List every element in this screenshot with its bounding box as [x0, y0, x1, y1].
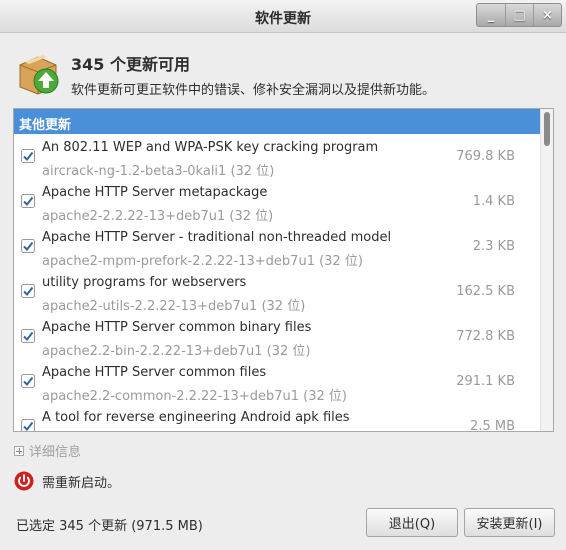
package-summary: An 802.11 WEP and WPA-PSK key cracking p…: [42, 140, 379, 155]
package-size: 1.4 KB: [472, 194, 515, 209]
list-item[interactable]: utility programs for webservers apache2-u…: [14, 269, 541, 314]
checkbox-checked-icon[interactable]: [21, 419, 35, 432]
checkbox-checked-icon[interactable]: [21, 149, 35, 163]
package-summary: utility programs for webservers: [42, 275, 247, 290]
list-item[interactable]: An 802.11 WEP and WPA-PSK key cracking p…: [14, 134, 541, 179]
package-size: 769.8 KB: [456, 149, 515, 164]
list-scrollbar[interactable]: [540, 109, 553, 431]
checkbox-checked-icon[interactable]: [21, 239, 35, 253]
package-summary: Apache HTTP Server - traditional non-thr…: [42, 230, 392, 245]
restart-notice: 需重新启动。: [14, 471, 120, 491]
list-item[interactable]: Apache HTTP Server common binary files ap…: [14, 314, 541, 359]
package-summary: A tool for reverse engineering Android a…: [42, 410, 350, 425]
package-summary: Apache HTTP Server common files: [42, 365, 267, 380]
package-size: 2.5 MB: [470, 419, 515, 432]
package-version: aircrack-ng-1.2-beta3-0kali1 (32 位): [42, 164, 275, 179]
package-version: apache2.2-common-2.2.22-13+deb7u1 (32 位): [42, 389, 347, 404]
checkbox-checked-icon[interactable]: [21, 374, 35, 388]
expand-icon[interactable]: [14, 445, 24, 456]
group-header-other-updates[interactable]: 其他更新: [14, 109, 541, 134]
close-button[interactable]: ×: [533, 4, 561, 26]
package-size: 291.1 KB: [456, 374, 515, 389]
list-item[interactable]: A tool for reverse engineering Android a…: [14, 404, 541, 432]
package-summary: Apache HTTP Server common binary files: [42, 320, 312, 335]
package-version: apache2.2-bin-2.2.22-13+deb7u1 (32 位): [42, 344, 311, 359]
details-label[interactable]: 详细信息: [29, 441, 81, 460]
maximize-button[interactable]: □: [505, 4, 533, 26]
package-size: 162.5 KB: [456, 284, 515, 299]
package-size: 2.3 KB: [472, 239, 515, 254]
updates-list[interactable]: 其他更新 An 802.11 WEP and WPA-PSK key crack…: [13, 108, 554, 432]
window-controls: _ □ ×: [476, 3, 562, 27]
checkbox-checked-icon[interactable]: [21, 194, 35, 208]
quit-button[interactable]: 退出(Q): [366, 508, 458, 537]
package-size: 772.8 KB: [456, 329, 515, 344]
package-summary: Apache HTTP Server metapackage: [42, 185, 268, 200]
install-updates-button[interactable]: 安装更新(I): [464, 508, 555, 537]
details-expander[interactable]: 详细信息: [14, 441, 81, 460]
restart-required-text: 需重新启动。: [42, 475, 121, 491]
title-bar: 软件更新 _ □ ×: [0, 0, 566, 33]
updates-description: 软件更新可更正软件中的错误、修补安全漏洞以及提供新功能。: [71, 83, 436, 98]
power-icon: [14, 471, 34, 491]
scrollbar-thumb[interactable]: [544, 112, 550, 146]
selection-status: 已选定 345 个更新 (971.5 MB): [16, 519, 203, 534]
list-item[interactable]: Apache HTTP Server common files apache2.2…: [14, 359, 541, 404]
checkbox-checked-icon[interactable]: [21, 329, 35, 343]
list-item[interactable]: Apache HTTP Server metapackage apache2-2.…: [14, 179, 541, 224]
package-version: apache2-2.2.22-13+deb7u1 (32 位): [42, 209, 274, 224]
checkbox-checked-icon[interactable]: [21, 284, 35, 298]
list-item[interactable]: Apache HTTP Server - traditional non-thr…: [14, 224, 541, 269]
updates-available-title: 345 个更新可用: [71, 55, 190, 74]
package-update-icon: [19, 55, 59, 95]
package-version: apache2-utils-2.2.22-13+deb7u1 (32 位): [42, 299, 306, 314]
minimize-button[interactable]: _: [477, 4, 505, 26]
package-version: apache2-mpm-prefork-2.2.22-13+deb7u1 (32…: [42, 254, 363, 269]
